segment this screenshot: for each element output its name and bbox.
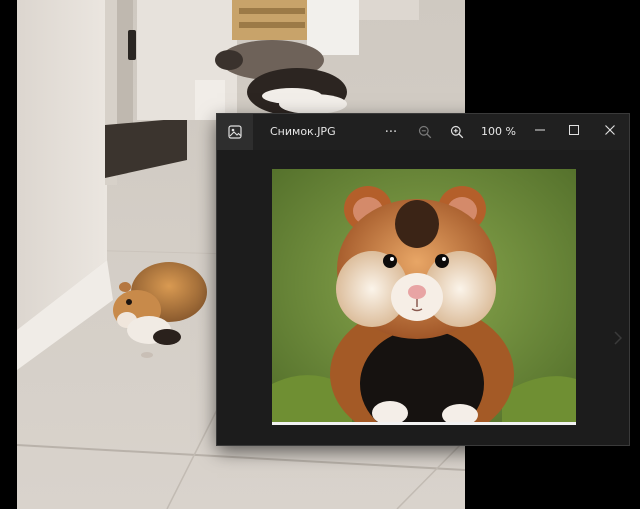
maximize-button[interactable] [558, 118, 590, 142]
more-options-label: ··· [384, 124, 398, 140]
zoom-out-icon [418, 125, 432, 139]
zoom-level-indicator[interactable]: 100 % [481, 125, 516, 138]
photos-viewer-window: Снимок.JPG ··· 100 % [217, 114, 629, 445]
displayed-photo-hamster[interactable] [272, 169, 576, 425]
more-options-button[interactable]: ··· [380, 120, 402, 144]
zoom-out-button[interactable] [415, 120, 435, 144]
minimize-button[interactable] [524, 118, 556, 142]
zoom-in-icon [450, 125, 464, 139]
image-canvas[interactable] [217, 150, 629, 445]
next-image-button[interactable] [611, 326, 625, 350]
minimize-icon [535, 129, 545, 131]
zoom-in-button[interactable] [447, 120, 467, 144]
close-icon [605, 125, 615, 135]
title-bar[interactable]: Снимок.JPG ··· 100 % [217, 114, 629, 150]
close-button[interactable] [594, 118, 626, 142]
image-icon[interactable] [217, 114, 253, 150]
maximize-icon [569, 125, 579, 135]
desktop: Снимок.JPG ··· 100 % [0, 0, 640, 509]
chevron-right-icon [614, 331, 622, 345]
window-title: Снимок.JPG [270, 125, 336, 138]
